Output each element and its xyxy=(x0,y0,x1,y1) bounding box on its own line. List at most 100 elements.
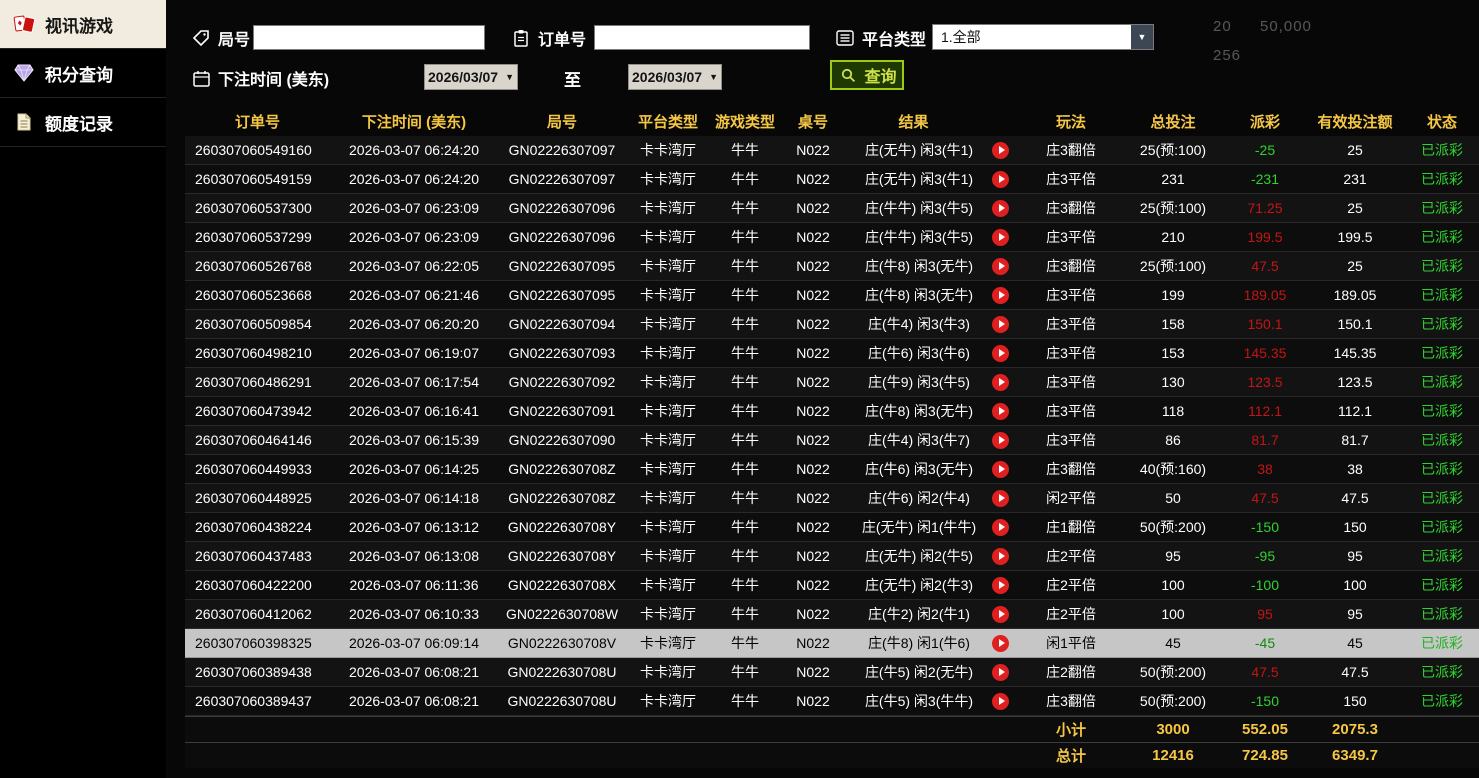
cell-result: 庄(无牛) 闲2(牛3) xyxy=(846,571,1021,599)
cell-platform-type: 卡卡湾厅 xyxy=(626,488,710,508)
play-video-button[interactable] xyxy=(992,403,1009,420)
table-row[interactable]: 260307060448925 2026-03-07 06:14:18 GN02… xyxy=(185,484,1479,513)
round-no-input[interactable] xyxy=(253,25,485,50)
table-row[interactable]: 260307060549160 2026-03-07 06:24:20 GN02… xyxy=(185,136,1479,165)
table-row[interactable]: 260307060389438 2026-03-07 06:08:21 GN02… xyxy=(185,658,1479,687)
cell-valid-bet: 189.05 xyxy=(1305,287,1405,303)
play-video-button[interactable] xyxy=(992,142,1009,159)
cell-order-no: 260307060526768 xyxy=(185,258,330,274)
cell-table-no: N022 xyxy=(780,693,846,709)
play-video-button[interactable] xyxy=(992,229,1009,246)
cell-play-type: 庄3平倍 xyxy=(1021,343,1121,363)
status-badge: 已派彩 xyxy=(1405,575,1479,595)
table-row[interactable]: 260307060486291 2026-03-07 06:17:54 GN02… xyxy=(185,368,1479,397)
platform-type-select[interactable]: 1.全部 ▼ xyxy=(932,24,1154,50)
cell-game-type: 牛牛 xyxy=(710,459,780,479)
query-button[interactable]: 查询 xyxy=(830,60,904,90)
search-icon xyxy=(837,68,859,83)
play-icon xyxy=(999,697,1005,705)
cell-payout: -25 xyxy=(1225,142,1305,158)
status-badge: 已派彩 xyxy=(1405,488,1479,508)
play-video-button[interactable] xyxy=(992,171,1009,188)
cell-payout: -95 xyxy=(1225,548,1305,564)
play-icon xyxy=(999,465,1005,473)
play-video-button[interactable] xyxy=(992,664,1009,681)
cell-bet-time: 2026-03-07 06:14:18 xyxy=(330,490,498,506)
date-to-picker[interactable]: 2026/03/07 ▼ xyxy=(628,64,722,90)
cell-total-bet: 25(预:100) xyxy=(1121,140,1225,160)
cell-valid-bet: 150.1 xyxy=(1305,316,1405,332)
cell-platform-type: 卡卡湾厅 xyxy=(626,459,710,479)
table-row[interactable]: 260307060509854 2026-03-07 06:20:20 GN02… xyxy=(185,310,1479,339)
table-row[interactable]: 260307060537299 2026-03-07 06:23:09 GN02… xyxy=(185,223,1479,252)
table-row[interactable]: 260307060464146 2026-03-07 06:15:39 GN02… xyxy=(185,426,1479,455)
table-row[interactable]: 260307060437483 2026-03-07 06:13:08 GN02… xyxy=(185,542,1479,571)
play-video-button[interactable] xyxy=(992,432,1009,449)
cell-result: 庄(牛牛) 闲3(牛5) xyxy=(846,194,1021,222)
play-video-button[interactable] xyxy=(992,258,1009,275)
cell-round-no: GN02226307091 xyxy=(498,403,626,419)
play-video-button[interactable] xyxy=(992,635,1009,652)
cell-play-type: 庄3平倍 xyxy=(1021,430,1121,450)
sidebar-item-quota-records[interactable]: 额度记录 xyxy=(0,98,166,147)
status-badge: 已派彩 xyxy=(1405,343,1479,363)
sidebar-item-video-games[interactable]: 视讯游戏 xyxy=(0,0,166,49)
cell-total-bet: 158 xyxy=(1121,316,1225,332)
table-row[interactable]: 260307060422200 2026-03-07 06:11:36 GN02… xyxy=(185,571,1479,600)
cell-payout: 150.1 xyxy=(1225,316,1305,332)
cell-result: 庄(牛8) 闲3(无牛) xyxy=(846,397,1021,425)
table-row[interactable]: 260307060498210 2026-03-07 06:19:07 GN02… xyxy=(185,339,1479,368)
table-row[interactable]: 260307060398325 2026-03-07 06:09:14 GN02… xyxy=(185,629,1479,658)
cell-valid-bet: 81.7 xyxy=(1305,432,1405,448)
cell-game-type: 牛牛 xyxy=(710,633,780,653)
table-row[interactable]: 260307060526768 2026-03-07 06:22:05 GN02… xyxy=(185,252,1479,281)
play-video-button[interactable] xyxy=(992,287,1009,304)
play-video-button[interactable] xyxy=(992,490,1009,507)
play-video-button[interactable] xyxy=(992,577,1009,594)
cell-total-bet: 25(预:100) xyxy=(1121,198,1225,218)
table-row[interactable]: 260307060449933 2026-03-07 06:14:25 GN02… xyxy=(185,455,1479,484)
table-row[interactable]: 260307060549159 2026-03-07 06:24:20 GN02… xyxy=(185,165,1479,194)
cell-round-no: GN02226307093 xyxy=(498,345,626,361)
table-row[interactable]: 260307060438224 2026-03-07 06:13:12 GN02… xyxy=(185,513,1479,542)
table-row[interactable]: 260307060473942 2026-03-07 06:16:41 GN02… xyxy=(185,397,1479,426)
status-badge: 已派彩 xyxy=(1405,459,1479,479)
order-no-input[interactable] xyxy=(594,25,810,50)
play-video-button[interactable] xyxy=(992,519,1009,536)
cell-game-type: 牛牛 xyxy=(710,662,780,682)
cell-total-bet: 50(预:200) xyxy=(1121,691,1225,711)
cell-play-type: 闲1平倍 xyxy=(1021,633,1121,653)
play-video-button[interactable] xyxy=(992,200,1009,217)
play-video-button[interactable] xyxy=(992,606,1009,623)
sidebar-item-points-query[interactable]: 积分查询 xyxy=(0,49,166,98)
cell-bet-time: 2026-03-07 06:23:09 xyxy=(330,229,498,245)
cell-valid-bet: 47.5 xyxy=(1305,664,1405,680)
header-order-no: 订单号 xyxy=(185,111,330,132)
cell-bet-time: 2026-03-07 06:24:20 xyxy=(330,171,498,187)
cell-result: 庄(无牛) 闲3(牛1) xyxy=(846,165,1021,193)
header-valid-bet: 有效投注额 xyxy=(1305,111,1405,132)
cell-order-no: 260307060486291 xyxy=(185,374,330,390)
cell-valid-bet: 199.5 xyxy=(1305,229,1405,245)
header-platform-type: 平台类型 xyxy=(626,111,710,132)
table-row[interactable]: 260307060389437 2026-03-07 06:08:21 GN02… xyxy=(185,687,1479,716)
cell-table-no: N022 xyxy=(780,287,846,303)
table-row[interactable]: 260307060537300 2026-03-07 06:23:09 GN02… xyxy=(185,194,1479,223)
cell-payout: 95 xyxy=(1225,606,1305,622)
cell-order-no: 260307060473942 xyxy=(185,403,330,419)
play-icon xyxy=(999,610,1005,618)
table-row[interactable]: 260307060523668 2026-03-07 06:21:46 GN02… xyxy=(185,281,1479,310)
cell-result: 庄(牛5) 闲3(牛牛) xyxy=(846,687,1021,715)
table-row[interactable]: 260307060412062 2026-03-07 06:10:33 GN02… xyxy=(185,600,1479,629)
date-from-picker[interactable]: 2026/03/07 ▼ xyxy=(424,64,518,90)
play-video-button[interactable] xyxy=(992,316,1009,333)
play-video-button[interactable] xyxy=(992,461,1009,478)
play-video-button[interactable] xyxy=(992,374,1009,391)
cell-payout: -231 xyxy=(1225,171,1305,187)
play-video-button[interactable] xyxy=(992,548,1009,565)
cell-result: 庄(牛2) 闲2(牛1) xyxy=(846,600,1021,628)
play-video-button[interactable] xyxy=(992,693,1009,710)
cell-table-no: N022 xyxy=(780,635,846,651)
play-video-button[interactable] xyxy=(992,345,1009,362)
play-icon xyxy=(999,233,1005,241)
